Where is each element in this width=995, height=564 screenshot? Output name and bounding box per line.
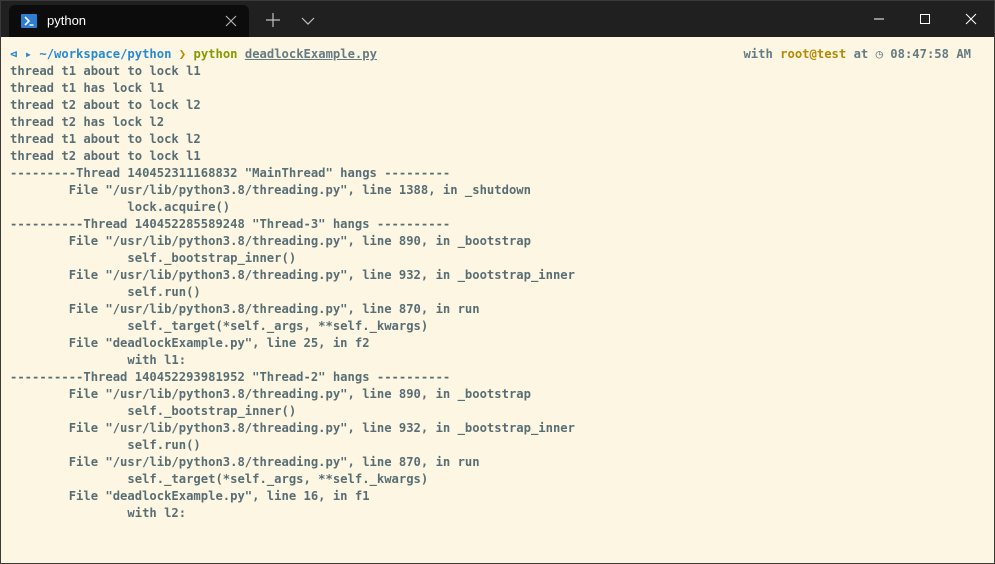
prompt-arrow-icon: ❯ (178, 47, 187, 61)
minimize-icon (874, 18, 884, 20)
output-line: thread t1 has lock l1 (10, 81, 165, 95)
clock-icon: ◷ (875, 47, 883, 61)
output-line: self.run() (10, 438, 201, 452)
output-line: self._target(*self._args, **self._kwargs… (10, 319, 429, 333)
right-prompt: with root@test at ◷ 08:47:58 AM (743, 46, 971, 63)
output-line: with l2: (10, 506, 187, 520)
title-bar: python (1, 1, 994, 37)
output-line: File "deadlockExample.py", line 16, in f… (10, 489, 370, 503)
output-line: thread t2 about to lock l1 (10, 149, 201, 163)
prompt-indicator-icon: ⊲ (10, 47, 18, 61)
output-line: File "/usr/lib/python3.8/threading.py", … (10, 421, 575, 435)
output-line: lock.acquire() (10, 200, 231, 214)
output-line: File "deadlockExample.py", line 25, in f… (10, 336, 370, 350)
output-line: File "/usr/lib/python3.8/threading.py", … (10, 455, 480, 469)
minimize-button[interactable] (856, 1, 902, 37)
maximize-button[interactable] (902, 1, 948, 37)
close-icon[interactable] (223, 13, 239, 29)
output-line: ---------Thread 140452311168832 "MainThr… (10, 166, 451, 180)
output-line: with l1: (10, 353, 187, 367)
output-line: thread t2 about to lock l2 (10, 98, 201, 112)
output-line: thread t2 has lock l2 (10, 115, 165, 129)
output-line: ----------Thread 140452285589248 "Thread… (10, 217, 451, 231)
right-prompt-time: 08:47:58 AM (890, 47, 971, 61)
right-prompt-with: with (743, 47, 773, 61)
prompt-line: ⊲ ▸ ~/workspace/python ❯ python deadlock… (10, 46, 985, 63)
plus-icon[interactable] (263, 12, 283, 28)
output-line: self.run() (10, 285, 201, 299)
chevron-down-icon[interactable] (300, 14, 316, 26)
output-line: thread t1 about to lock l1 (10, 64, 201, 78)
close-window-button[interactable] (948, 1, 994, 37)
maximize-icon (920, 14, 930, 24)
output-line: File "/usr/lib/python3.8/threading.py", … (10, 268, 575, 282)
output-line: ----------Thread 140452293981952 "Thread… (10, 370, 451, 384)
output-line: self._target(*self._args, **self._kwargs… (10, 472, 429, 486)
close-window-icon (965, 13, 977, 25)
output-line: self._bootstrap_inner() (10, 404, 297, 418)
folder-icon: ▸ (24, 47, 33, 61)
terminal-output[interactable]: ⊲ ▸ ~/workspace/python ❯ python deadlock… (10, 46, 985, 522)
output-line: self._bootstrap_inner() (10, 251, 297, 265)
tab-title: python (47, 13, 87, 28)
terminal-window: python ⊲ ▸ ~/workspace/python ❯ python d… (0, 0, 995, 564)
prompt-argument: deadlockExample.py (244, 47, 377, 61)
right-prompt-user: root@test (780, 47, 847, 61)
right-prompt-at: at (853, 47, 869, 61)
output-line: thread t1 about to lock l2 (10, 132, 201, 146)
powershell-icon (21, 14, 37, 28)
output-line: File "/usr/lib/python3.8/threading.py", … (10, 302, 480, 316)
output-line: File "/usr/lib/python3.8/threading.py", … (10, 387, 531, 401)
output-line: File "/usr/lib/python3.8/threading.py", … (10, 234, 531, 248)
prompt-command: python (193, 47, 238, 61)
tab-python[interactable]: python (9, 5, 249, 37)
prompt-path: ~/workspace/python (39, 47, 172, 61)
output-line: File "/usr/lib/python3.8/threading.py", … (10, 183, 531, 197)
